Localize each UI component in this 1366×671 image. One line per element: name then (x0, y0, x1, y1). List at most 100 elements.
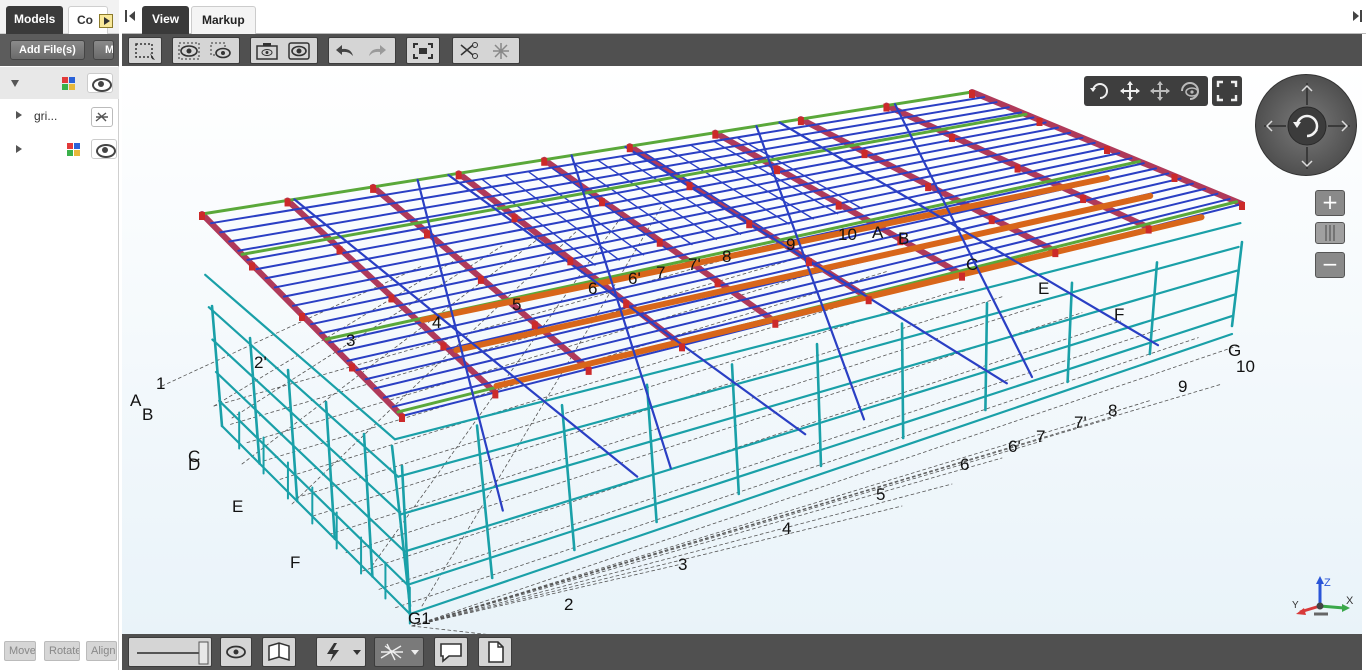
grid-hide-icon[interactable] (91, 107, 113, 127)
connection-marker (511, 214, 518, 223)
grid-mode-dropdown[interactable] (374, 637, 424, 667)
document-icon (488, 641, 504, 663)
show-selected-icon[interactable] (177, 41, 201, 61)
grid-label: G (1228, 341, 1241, 360)
pan-icon[interactable] (1118, 80, 1142, 102)
connection-marker (797, 117, 804, 126)
add-files-button[interactable]: Add File(s) (10, 40, 85, 60)
grid-label: 7 (1036, 427, 1045, 446)
column (900, 322, 905, 440)
grid-line (291, 225, 583, 505)
grid-label: 5 (876, 485, 885, 504)
svg-text:X: X (1346, 595, 1354, 607)
fit-tool-group (406, 37, 440, 64)
structure-model[interactable]: ABCDEFG1122'34566'77'8910A BCEFG34566' 7 7'… (122, 66, 1362, 634)
grid-label: 6' (628, 269, 641, 288)
connection-marker (492, 390, 499, 399)
grid-line (362, 320, 1122, 572)
connection-marker (599, 198, 605, 207)
transparency-slider[interactable] (128, 637, 212, 667)
grid-label: 8 (722, 247, 731, 266)
grid-label: A (872, 223, 884, 242)
connection-marker (805, 258, 812, 267)
model-browser-button[interactable] (262, 637, 296, 667)
secondary-purlin (737, 137, 863, 210)
align-button[interactable]: Align (86, 641, 117, 661)
look-around-icon[interactable] (1178, 80, 1202, 102)
connection-marker (531, 321, 538, 330)
connection-marker (249, 262, 255, 271)
comment-icon (440, 643, 462, 663)
expand-arrow-icon[interactable] (16, 145, 22, 153)
orbit-icon[interactable] (1088, 80, 1112, 102)
camera-view-icon[interactable] (255, 41, 279, 61)
section-cut-icon[interactable] (457, 41, 481, 61)
zoom-out-icon[interactable]: − (1315, 252, 1345, 278)
connection-marker (865, 296, 872, 305)
properties-button[interactable] (478, 637, 512, 667)
grid-label: 7 (656, 263, 665, 282)
connection-marker (712, 130, 719, 139)
grid-label: F (290, 553, 300, 572)
color-palette-icon[interactable] (62, 77, 75, 90)
zoom-in-icon[interactable]: + (1315, 190, 1345, 216)
connection-marker (746, 220, 753, 229)
hide-selected-icon[interactable] (209, 41, 233, 61)
tab-scroll-right-icon[interactable] (99, 14, 113, 28)
move-button[interactable]: Move (4, 641, 36, 661)
connection-marker (477, 275, 484, 284)
eye-view-icon[interactable] (287, 41, 311, 61)
visibility-eye-icon[interactable] (91, 139, 117, 159)
rotate-button[interactable]: Rotate (44, 641, 80, 661)
grid-label: 4 (782, 519, 791, 538)
undo-icon[interactable] (333, 41, 357, 61)
connection-marker (988, 216, 995, 225)
book-icon (268, 642, 290, 662)
connection-marker (626, 144, 633, 153)
explode-icon[interactable] (489, 41, 513, 61)
more-button[interactable]: M (93, 40, 114, 60)
right-panel-edge (1362, 34, 1366, 670)
connection-marker (1036, 118, 1043, 126)
history-tool-group (328, 37, 396, 64)
visibility-toggle-button[interactable] (220, 637, 252, 667)
collapse-left-icon[interactable] (125, 10, 137, 22)
fit-view-icon[interactable] (411, 41, 435, 61)
grid-label: C (966, 255, 978, 274)
render-mode-dropdown[interactable] (316, 637, 366, 667)
color-palette-icon[interactable] (67, 143, 80, 156)
tab-markup[interactable]: Markup (191, 6, 256, 34)
zoom-slider-icon[interactable] (1315, 222, 1345, 244)
tab-models[interactable]: Models (6, 6, 64, 34)
redo-icon[interactable] (365, 41, 389, 61)
tree-row-model-2[interactable] (0, 134, 119, 166)
visibility-eye-icon[interactable] (87, 73, 113, 93)
secondary-purlin (482, 179, 596, 266)
3d-viewport[interactable]: A B C D E F G1 1 2 2' 3 4 5 6 6' 7 7' 8 9 10 A B C E F G 3 4 5 6 6' 7 7'… (122, 66, 1362, 634)
grid-label: 6' (1008, 437, 1021, 456)
tree-row-grid[interactable]: gri... (0, 100, 119, 132)
tree-row-model[interactable] (0, 67, 119, 99)
expand-arrow-icon[interactable] (11, 80, 19, 87)
grid-label: 6 (960, 455, 969, 474)
connection-marker (883, 103, 890, 112)
fullscreen-icon[interactable] (1212, 76, 1242, 106)
connection-marker (199, 212, 205, 220)
grid-label: 8 (1108, 401, 1117, 420)
grid-label: 4 (432, 313, 441, 332)
column (984, 301, 989, 412)
tab-view[interactable]: View (142, 6, 190, 34)
view-navigation-wheel[interactable] (1255, 74, 1357, 176)
grid-label: 2' (254, 353, 267, 372)
comments-button[interactable] (434, 637, 468, 667)
collapse-right-icon[interactable] (1352, 10, 1364, 22)
axis-triad: Z X Y (1292, 574, 1356, 624)
camera-tool-group (250, 37, 318, 64)
connection-marker (949, 134, 955, 143)
main-tab-bar: View Markup (122, 0, 1366, 34)
select-box-icon[interactable] (133, 41, 157, 61)
visibility-tool-group (172, 37, 240, 64)
connection-marker (772, 319, 779, 328)
walk-icon[interactable] (1148, 80, 1172, 102)
expand-arrow-icon[interactable] (16, 111, 22, 119)
